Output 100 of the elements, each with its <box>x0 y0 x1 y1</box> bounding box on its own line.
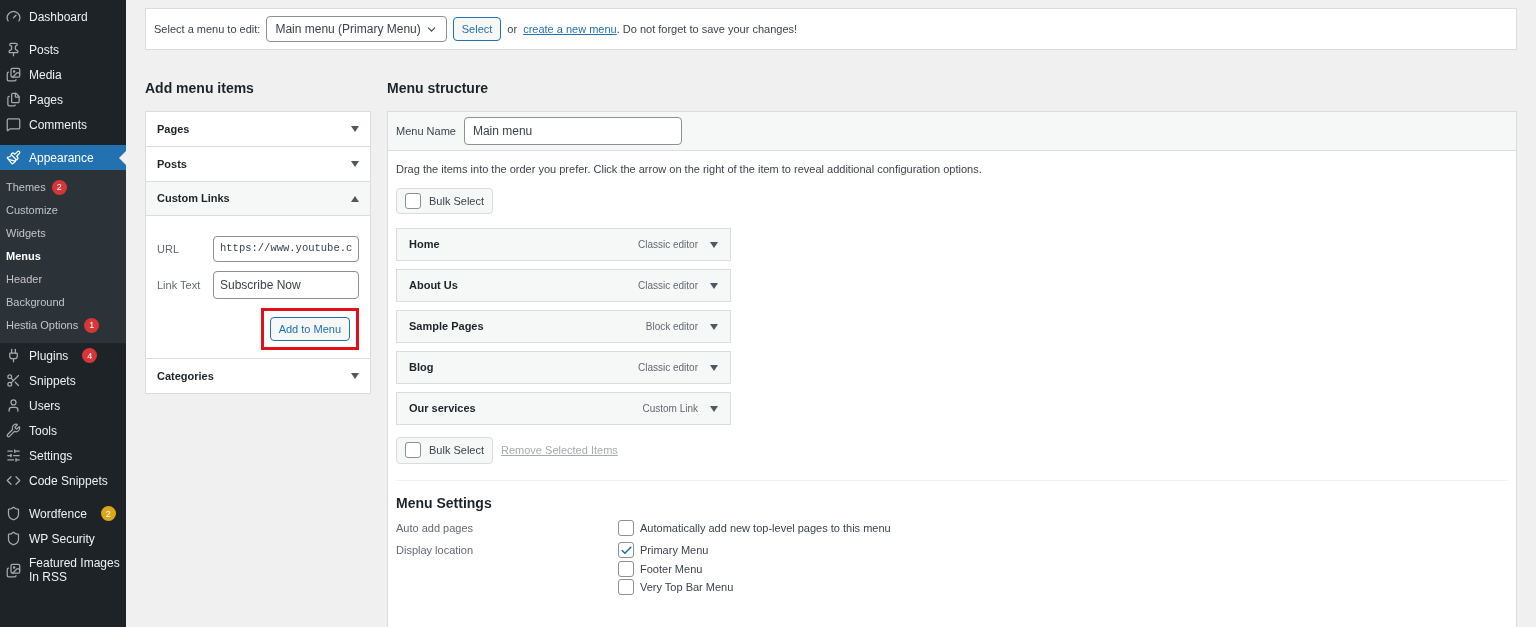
option-label: Very Top Bar Menu <box>640 580 734 595</box>
menu-item-row[interactable]: About Us Classic editor <box>396 269 731 302</box>
option-label: Footer Menu <box>640 561 703 577</box>
code-icon <box>6 473 21 488</box>
field-label: URL <box>157 241 179 257</box>
caret-down-icon[interactable] <box>710 405 718 412</box>
accordion-header[interactable]: Posts <box>146 147 370 181</box>
setting-label: Auto add pages <box>396 520 475 536</box>
accordion-header[interactable]: Categories <box>146 359 370 394</box>
menu-item-type: Block editor <box>645 320 698 334</box>
comment-icon <box>6 117 21 132</box>
user-icon <box>6 398 21 413</box>
sidebar-item[interactable]: Appearance <box>0 145 126 170</box>
sidebar-item[interactable]: Settings <box>0 443 126 468</box>
caret-down-icon[interactable] <box>710 364 718 371</box>
shield-icon <box>6 506 21 521</box>
menu-item-type: Classic editor <box>637 279 698 293</box>
menu-item-row[interactable]: Home Classic editor <box>396 228 731 261</box>
field-label: Menu Name <box>396 123 456 139</box>
sidebar-item[interactable]: Snippets <box>0 368 126 393</box>
caret-up-icon[interactable] <box>351 195 359 202</box>
submenu-item[interactable]: Themes 2 <box>0 176 126 199</box>
submenu-item[interactable]: Hestia Options 1 <box>0 314 126 337</box>
menu-item-title: Sample Pages <box>409 319 484 335</box>
select-button[interactable]: Select <box>452 16 502 42</box>
accordion-header[interactable]: Pages <box>146 112 370 146</box>
accordion-header[interactable]: Custom Links <box>146 182 370 216</box>
sidebar-item[interactable]: Comments <box>0 112 126 137</box>
option-label: Primary Menu <box>640 543 709 558</box>
menu-item-title: About Us <box>409 278 458 294</box>
plug-icon <box>6 348 21 363</box>
sidebar-item[interactable]: Wordfence 2 <box>0 501 126 526</box>
paintbrush-icon <box>6 150 21 165</box>
shield-icon <box>6 531 21 546</box>
sidebar-item[interactable]: Media <box>0 62 126 87</box>
menu-name-field[interactable]: Main menu <box>463 117 682 145</box>
section-heading: Menu structure <box>387 79 490 98</box>
menu-item-title: Blog <box>409 360 434 376</box>
caret-down-icon[interactable] <box>710 323 718 330</box>
caret-down-icon[interactable] <box>710 282 718 289</box>
submenu-item[interactable]: Background <box>0 291 126 314</box>
sidebar-item[interactable]: Code Snippets <box>0 468 126 493</box>
menu-dropdown[interactable]: Main menu (Primary Menu) <box>266 16 447 42</box>
caret-down-icon[interactable] <box>351 373 359 380</box>
text-field[interactable]: Subscribe Now <box>213 270 359 299</box>
checkbox[interactable] <box>618 519 634 536</box>
count-badge: 1 <box>84 318 100 333</box>
images-icon <box>6 562 21 578</box>
sidebar-item[interactable]: Featured Images In RSS <box>0 551 126 589</box>
submenu-item[interactable]: Customize <box>0 199 126 222</box>
settings-heading: Menu Settings <box>396 493 493 513</box>
option-label: Automatically add new top-level pages to this menu <box>640 520 891 536</box>
field-label: Link Text <box>157 277 201 293</box>
count-badge: 2 <box>51 180 67 195</box>
submenu-item[interactable]: Menus <box>0 245 126 268</box>
sidebar-item[interactable]: Plugins 4 <box>0 343 126 368</box>
menu-item-row[interactable]: Blog Classic editor <box>396 351 731 384</box>
scissors-icon <box>6 373 21 388</box>
menu-item-row[interactable]: Sample Pages Block editor <box>396 310 731 343</box>
sidebar-item[interactable]: Posts <box>0 37 126 62</box>
instructions-text: Drag the items into the order you prefer. Click the arrow on the right of the item to reveal additional configuration options. <box>396 162 983 177</box>
setting-label: Display location <box>396 543 475 558</box>
sidebar-item[interactable]: Users <box>0 393 126 418</box>
bulk-select-button[interactable]: Bulk Select <box>396 437 494 464</box>
menu-item-type: Classic editor <box>637 238 698 252</box>
pin-icon <box>6 42 21 57</box>
text-field[interactable]: https://www.youtube.c <box>213 236 359 262</box>
checkbox[interactable] <box>618 560 634 577</box>
submenu-item[interactable]: Header <box>0 268 126 291</box>
caret-down-icon[interactable] <box>351 161 359 167</box>
checkbox[interactable] <box>618 542 634 559</box>
sidebar-item[interactable]: Tools <box>0 418 126 443</box>
menu-item-type: Custom Link <box>642 402 698 416</box>
bulk-select-button[interactable]: Bulk Select <box>396 187 494 214</box>
menu-item-row[interactable]: Our services Custom Link <box>396 392 731 425</box>
menu-item-title: Our services <box>409 401 476 417</box>
wrench-icon <box>6 423 21 438</box>
create-menu-link[interactable]: create a new menu <box>523 22 617 35</box>
menu-item-type: Classic editor <box>637 361 698 375</box>
sliders-icon <box>6 448 21 463</box>
count-badge: 4 <box>82 348 98 363</box>
pages-icon <box>6 92 21 107</box>
checkbox[interactable] <box>618 579 634 596</box>
checkbox[interactable] <box>405 192 421 209</box>
sidebar-item[interactable]: Pages <box>0 87 126 112</box>
or-text: or <box>507 21 518 37</box>
save-note: . Do not forget to save your changes! <box>616 22 798 35</box>
select-label: Select a menu to edit: <box>154 21 261 37</box>
caret-down-icon[interactable] <box>710 241 718 248</box>
menu-item-title: Home <box>409 237 440 253</box>
caret-down-icon[interactable] <box>351 126 359 132</box>
checkbox[interactable] <box>405 442 421 459</box>
count-badge: 2 <box>100 506 116 521</box>
media-icon <box>6 67 21 82</box>
submenu-item[interactable]: Widgets <box>0 222 126 245</box>
add-to-menu-button[interactable]: Add to Menu <box>269 316 350 342</box>
gauge-icon <box>6 9 21 24</box>
sidebar-item[interactable]: WP Security <box>0 526 126 551</box>
sidebar-item[interactable]: Dashboard <box>0 4 126 29</box>
section-heading: Add menu items <box>145 79 255 98</box>
